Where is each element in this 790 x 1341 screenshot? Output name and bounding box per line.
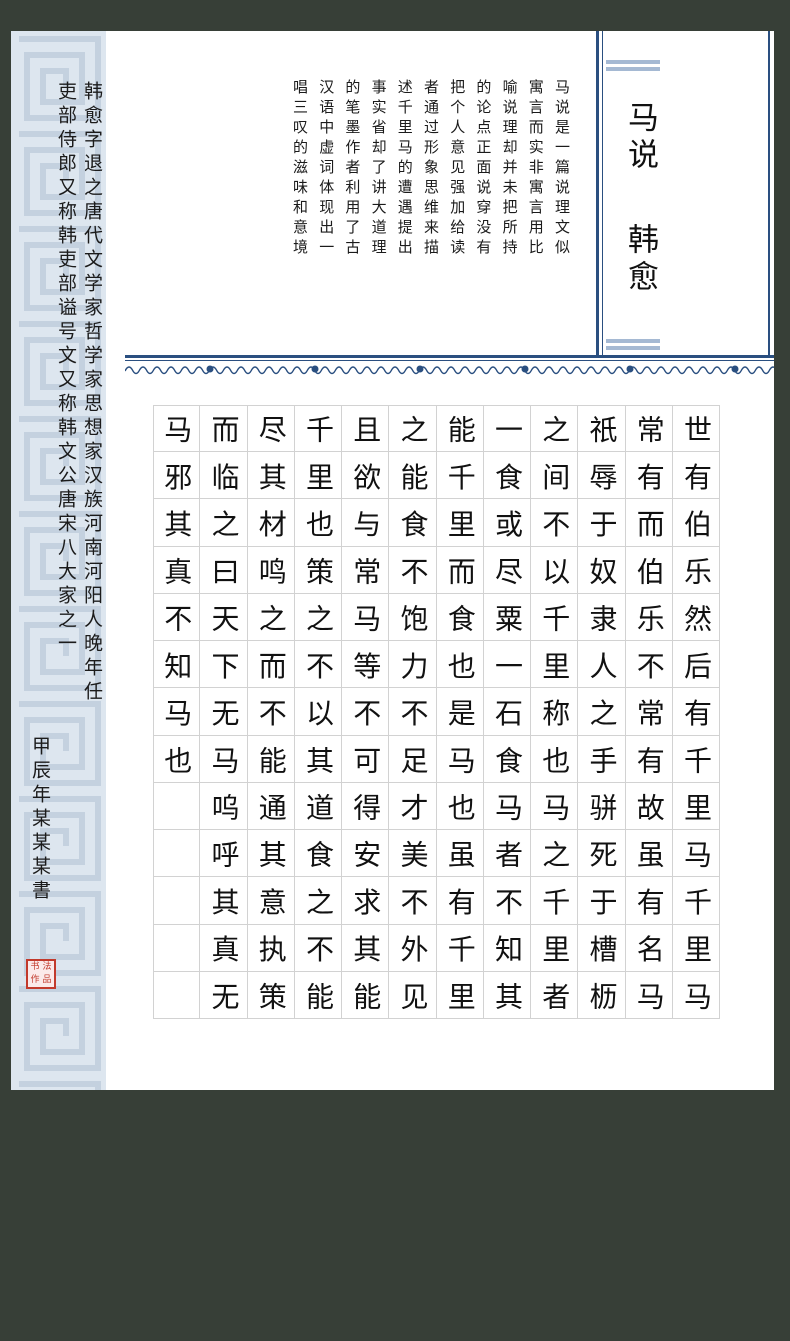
title-stripe-top-1 [606, 60, 660, 64]
wave-band-icon [125, 365, 774, 375]
grid-cell [153, 877, 201, 925]
grid-cell [153, 830, 201, 878]
signature-column-3: 甲辰年某某某書 [29, 736, 51, 904]
main-text-column: 一食或尽粟一石食马者不知其 [491, 414, 524, 1029]
main-text-column: 之间不以千里称也马之千里者 [538, 414, 572, 1029]
intro-column: 的笔墨作者利用了古 [343, 79, 362, 259]
main-text-column: 祇辱于奴隶人之手骈死于槽枥 [585, 414, 619, 1029]
signature-column-1: 韩愈字退之唐代文学家哲学家思想家汉族河南河阳人晚年任 [81, 81, 103, 705]
seal-glyph: 作 [30, 975, 40, 985]
main-text-column: 马邪其真不知马也 [160, 414, 194, 793]
main-text-grid: 世有伯乐然后有千里马千里马 常有而伯乐不常有故虽有名马 祇辱于奴隶人之手骈死于槽枥之… [153, 405, 720, 1029]
intro-column: 唱三叹的滋味和意境 [291, 79, 309, 259]
seal-glyph: 法 [42, 962, 52, 972]
main-text-column: 且欲与常马等不可得安求其能 [349, 414, 383, 1029]
grid-cell [153, 971, 201, 1019]
calligraphy-sheet: 韩愈字退之唐代文学家哲学家思想家汉族河南河阳人晚年任 吏部侍郎又称韩吏部谥号文又… [11, 31, 774, 1090]
title-border-left [596, 31, 599, 357]
red-seal-stamp-icon: 书法作品 [26, 959, 56, 989]
title-col-2: 韩愈 [622, 223, 658, 297]
main-text-column: 而临之曰天下无马呜呼其真无 [207, 414, 241, 1029]
intro-column: 的论点正面说穿没有 [474, 79, 493, 259]
main-text-column: 千里也策之不以其道食之不能 [302, 414, 335, 1029]
intro-column: 事实省却了讲大道理 [369, 79, 388, 259]
title-stripe-bottom-1 [606, 339, 660, 343]
signature-column-2: 吏部侍郎又称韩吏部谥号文又称韩文公唐宋八大家之一 [55, 81, 77, 657]
title-col-1: 马说 [622, 101, 658, 175]
title-stripe-top-2 [606, 67, 660, 71]
main-text-column: 尽其材鸣之而不能通其意执策 [254, 414, 288, 1029]
intro-column: 马说是一篇说理文似 [553, 79, 571, 259]
seal-glyph: 品 [42, 975, 52, 985]
intro-column: 寓言而实非寓言用比 [526, 79, 545, 259]
intro-column: 汉语中虚词体现出一 [317, 79, 336, 259]
title-panel: 马说 韩愈 [596, 31, 774, 357]
title-border-right [768, 31, 770, 357]
seal-glyph: 书 [30, 962, 40, 972]
main-text-column: 常有而伯乐不常有故虽有名马 [632, 414, 666, 1029]
band-line-thick [125, 355, 774, 358]
main-text-column: 之能食不饱力不足才美不外见 [396, 414, 430, 1029]
intro-column: 把个人意见强加给读 [448, 79, 467, 259]
main-text-column: 世有伯乐然后有千里马千里马 [680, 414, 713, 1029]
main-text-column: 能千里而食也是马也虽有千里 [443, 414, 477, 1029]
intro-column: 者通过形象思维来描 [422, 79, 440, 259]
wave-band-ornament [125, 355, 774, 377]
title-stripe-bottom-2 [606, 346, 660, 350]
title-border-left-thin [602, 31, 603, 357]
intro-column: 喻说理却并未把所持 [500, 79, 519, 259]
grid-cell [153, 924, 201, 972]
intro-column: 述千里马的遭遇提出 [395, 79, 414, 259]
